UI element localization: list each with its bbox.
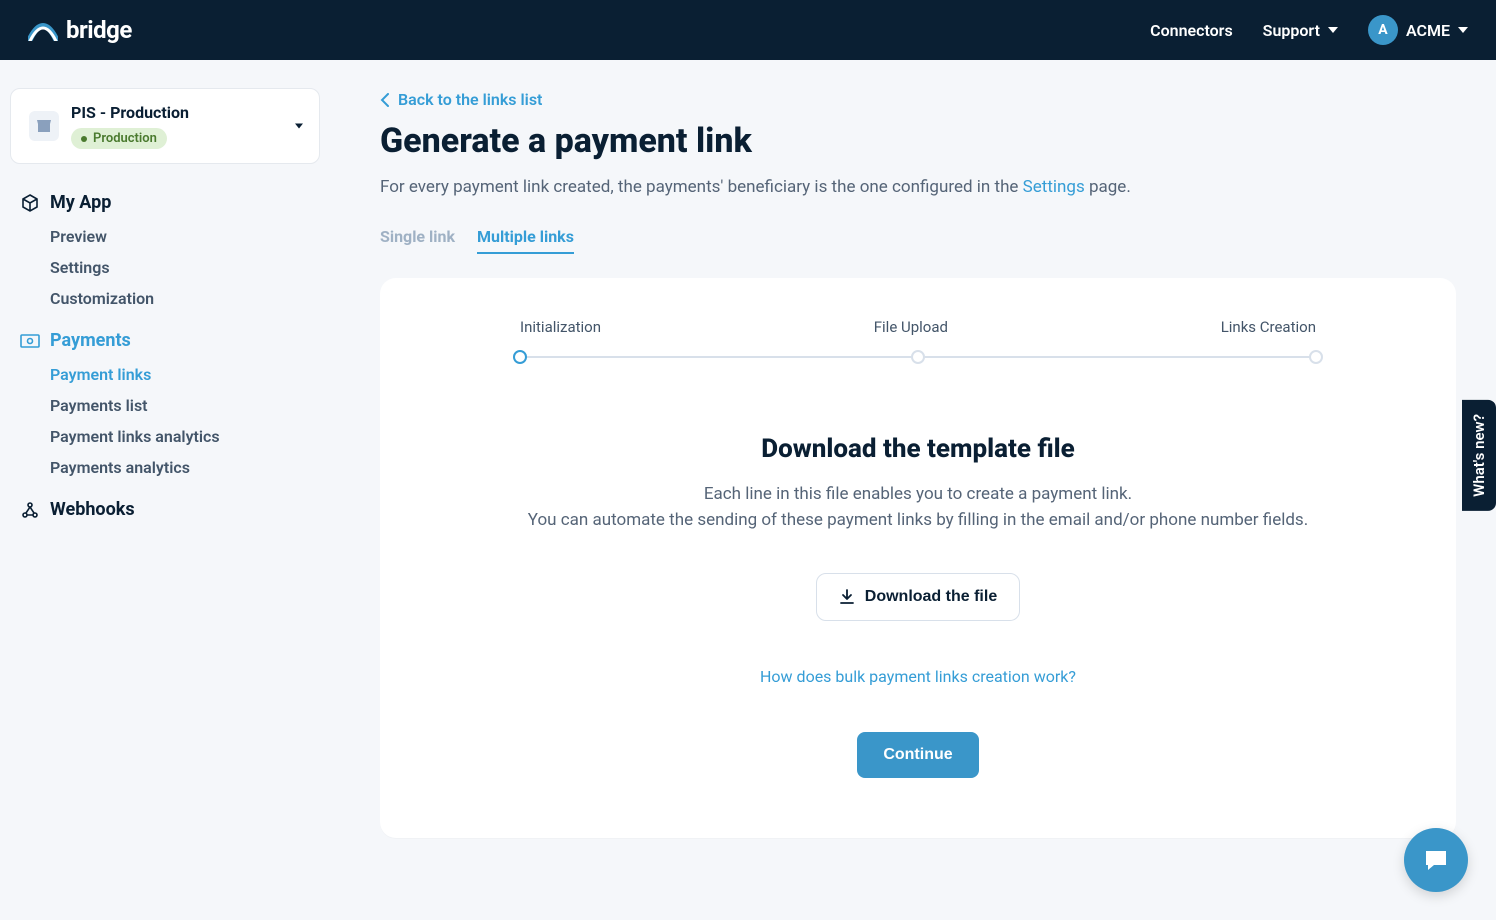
org-switcher[interactable]: A ACME [1368, 15, 1468, 45]
nav-heading-payments-label: Payments [50, 330, 131, 351]
continue-button[interactable]: Continue [857, 732, 978, 778]
nav-connectors-label: Connectors [1150, 21, 1233, 40]
step-dot-2 [911, 350, 925, 364]
sidebar-item-preview[interactable]: Preview [50, 227, 320, 246]
org-name: ACME [1406, 21, 1450, 40]
chevron-down-icon [1458, 27, 1468, 33]
nav-heading-myapp[interactable]: My App [20, 192, 320, 213]
sidebar-item-settings[interactable]: Settings [50, 258, 320, 277]
sidebar-item-customization[interactable]: Customization [50, 289, 320, 308]
nav-support[interactable]: Support [1263, 21, 1338, 40]
nav-section-webhooks: Webhooks [10, 499, 320, 520]
whats-new-tab[interactable]: What's new? [1462, 400, 1496, 511]
description-pre: For every payment link created, the paym… [380, 177, 1023, 197]
sidebar-item-payment-links-analytics[interactable]: Payment links analytics [50, 427, 320, 446]
nav-heading-webhooks[interactable]: Webhooks [20, 499, 320, 520]
step-dot-1 [513, 350, 527, 364]
app-selector[interactable]: PIS - Production Production [10, 88, 320, 164]
brand-name: bridge [66, 16, 132, 44]
panel-line2: You can automate the sending of these pa… [528, 510, 1308, 530]
back-link-label: Back to the links list [398, 90, 542, 109]
step-label-1: Initialization [520, 318, 601, 336]
download-panel: Download the template file Each line in … [460, 434, 1376, 778]
brand-logo[interactable]: bridge [28, 16, 132, 44]
stepper: Initialization File Upload Links Creatio… [520, 318, 1316, 364]
settings-link[interactable]: Settings [1023, 177, 1085, 197]
nav-connectors[interactable]: Connectors [1150, 21, 1233, 40]
store-icon [29, 111, 59, 141]
money-icon [20, 331, 40, 351]
step-label-2: File Upload [874, 318, 948, 336]
sidebar-item-payment-links[interactable]: Payment links [50, 365, 320, 384]
tab-bar: Single link Multiple links [380, 227, 1456, 254]
sidebar-item-payments-analytics[interactable]: Payments analytics [50, 458, 320, 477]
header-right: Connectors Support A ACME [1150, 15, 1468, 45]
chevron-down-icon [295, 124, 303, 129]
download-file-button[interactable]: Download the file [816, 573, 1020, 621]
panel-description: Each line in this file enables you to cr… [460, 482, 1376, 533]
tab-multiple-links[interactable]: Multiple links [477, 227, 574, 254]
status-dot-icon [81, 136, 87, 142]
description-post: page. [1085, 177, 1131, 197]
nav-section-myapp: My App Preview Settings Customization [10, 192, 320, 308]
page-description: For every payment link created, the paym… [380, 177, 1456, 197]
step-dot-3 [1309, 350, 1323, 364]
app-header: bridge Connectors Support A ACME [0, 0, 1496, 60]
back-link[interactable]: Back to the links list [380, 90, 1456, 109]
chat-fab[interactable] [1404, 828, 1468, 892]
nav-heading-payments[interactable]: Payments [20, 330, 320, 351]
tab-single-link[interactable]: Single link [380, 227, 455, 254]
nav-heading-myapp-label: My App [50, 192, 111, 213]
nav-support-label: Support [1263, 21, 1320, 40]
sidebar: PIS - Production Production My App Previ… [0, 60, 340, 920]
cube-icon [20, 193, 40, 213]
wizard-card: Initialization File Upload Links Creatio… [380, 278, 1456, 838]
avatar: A [1368, 15, 1398, 45]
download-file-button-label: Download the file [865, 588, 997, 606]
step-label-3: Links Creation [1221, 318, 1316, 336]
nav-heading-webhooks-label: Webhooks [50, 499, 135, 520]
panel-heading: Download the template file [460, 434, 1376, 464]
webhook-icon [20, 500, 40, 520]
page-title: Generate a payment link [380, 121, 1456, 161]
bridge-logo-icon [28, 19, 58, 41]
help-link[interactable]: How does bulk payment links creation wor… [460, 667, 1376, 686]
nav-section-payments: Payments Payment links Payments list Pay… [10, 330, 320, 477]
download-icon [839, 589, 855, 605]
chevron-down-icon [1328, 27, 1338, 33]
main-content: Back to the links list Generate a paymen… [340, 60, 1496, 920]
panel-line1: Each line in this file enables you to cr… [704, 484, 1132, 504]
chevron-left-icon [380, 93, 390, 107]
chat-icon [1422, 847, 1450, 873]
app-name: PIS - Production [71, 103, 189, 122]
env-label: Production [93, 131, 157, 146]
env-badge: Production [71, 128, 167, 149]
sidebar-item-payments-list[interactable]: Payments list [50, 396, 320, 415]
